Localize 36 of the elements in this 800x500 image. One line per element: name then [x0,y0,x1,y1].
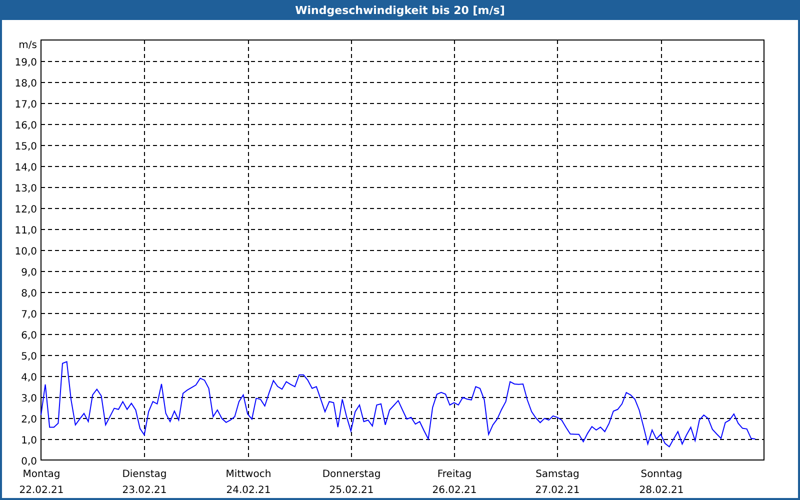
date-label: 23.02.21 [122,485,167,496]
y-axis-label: 12,0 [14,204,37,216]
y-axis-label: 3,0 [21,394,37,404]
y-axis-label: 17,0 [14,100,37,110]
y-axis-label: 0,0 [21,456,37,468]
y-axis-label: 4,0 [21,372,37,384]
y-axis-label: 2,0 [21,414,37,426]
y-axis-label: 18,0 [14,78,37,90]
y-axis-label: 1,0 [21,436,37,446]
date-label: 26.02.21 [432,485,477,496]
y-axis-label: 13,0 [14,184,37,194]
y-axis-label: 15,0 [14,142,37,152]
unit-label: m/s [18,40,37,51]
x-axis-label: Samstag [536,469,580,480]
y-axis-label: 10,0 [14,246,37,258]
x-axis-label: Freitag [437,469,472,480]
date-label: 27.02.21 [535,485,580,496]
y-axis-label: 7,0 [21,310,37,320]
chart-title: Windgeschwindigkeit bis 20 [m/s] [295,4,505,16]
x-axis-label: Sonntag [640,469,682,480]
x-axis-label: Donnerstag [322,469,381,480]
x-axis-label: Dienstag [122,469,167,480]
y-axis-label: 16,0 [14,120,37,132]
date-label: 24.02.21 [226,485,271,496]
y-axis-label: 9,0 [21,268,37,278]
y-axis-label: 8,0 [21,288,37,300]
y-axis-label: 14,0 [14,162,37,174]
date-label: 22.02.21 [19,485,64,496]
y-axis-label: 5,0 [21,352,37,362]
x-axis-label: Mittwoch [226,469,272,480]
x-axis-label: Montag [22,469,60,480]
y-axis-label: 6,0 [21,330,37,342]
y-axis-label: 11,0 [14,226,37,236]
date-label: 25.02.21 [329,485,374,496]
y-axis-label: 19,0 [14,58,37,68]
date-label: 28.02.21 [639,485,684,496]
